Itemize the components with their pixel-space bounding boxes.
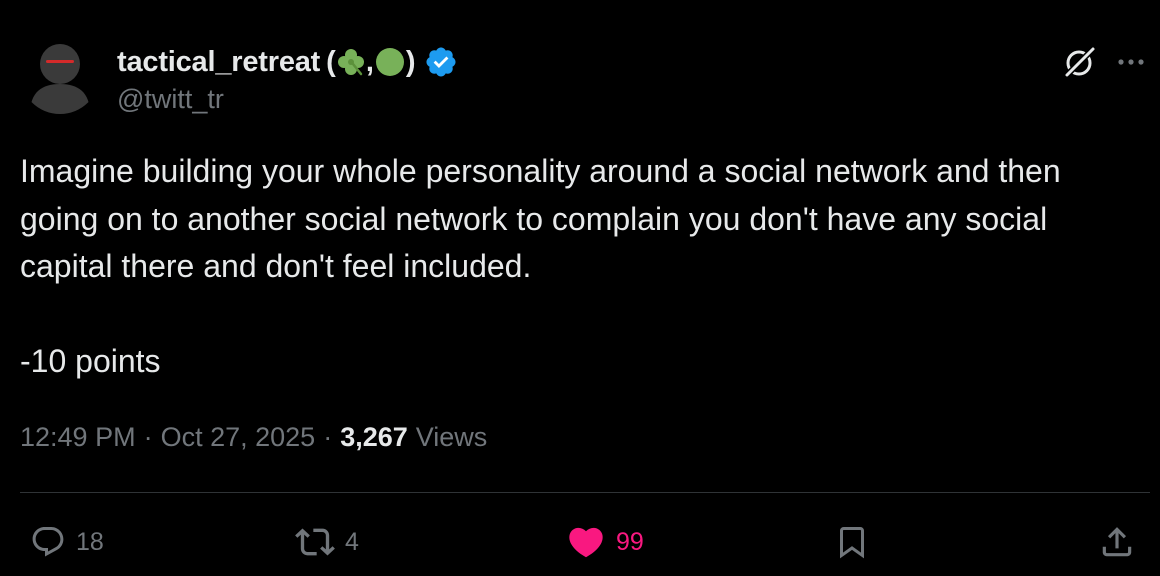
views-label: Views xyxy=(415,422,488,452)
verified-badge-icon xyxy=(426,47,456,77)
share-button[interactable] xyxy=(1098,522,1136,562)
like-count: 99 xyxy=(616,527,644,556)
bookmark-icon xyxy=(840,527,864,559)
display-name[interactable]: tactical_retreat xyxy=(117,46,320,79)
repost-button[interactable]: 4 xyxy=(295,522,359,562)
name-paren-close: ) xyxy=(405,45,416,78)
tweet-date[interactable]: Oct 27, 2025 xyxy=(161,422,316,453)
clover-icon xyxy=(337,49,364,76)
like-button[interactable]: 99 xyxy=(566,522,644,562)
divider xyxy=(20,492,1150,493)
tweet-text: Imagine building your whole personality … xyxy=(20,148,1145,386)
tweet-paragraph: Imagine building your whole personality … xyxy=(20,153,1070,284)
meta-separator: · xyxy=(323,422,333,452)
reply-icon xyxy=(32,527,64,557)
name-separator: , xyxy=(365,45,374,78)
author-name-row[interactable]: tactical_retreat ( , ) xyxy=(117,42,458,82)
tweet-meta: 12:49 PM · Oct 27, 2025 · 3,267 Views xyxy=(20,422,487,453)
meta-separator: · xyxy=(143,422,153,452)
reply-count: 18 xyxy=(76,527,104,556)
share-icon xyxy=(1102,527,1132,557)
tweet-paragraph: -10 points xyxy=(20,343,161,379)
name-paren-open: ( xyxy=(326,45,336,78)
author-handle[interactable]: @twitt_tr xyxy=(117,84,224,115)
tweet-card: tactical_retreat ( , ) @twitt_tr Imagine… xyxy=(0,0,1160,576)
repost-count: 4 xyxy=(345,527,359,556)
avatar[interactable] xyxy=(20,34,100,114)
heart-icon xyxy=(569,527,603,558)
avatar-image xyxy=(20,34,100,114)
tweet-time[interactable]: 12:49 PM xyxy=(20,422,136,453)
views-count: 3,267 xyxy=(340,422,408,452)
bookmark-button[interactable] xyxy=(834,522,870,562)
green-circle-icon xyxy=(375,48,404,76)
more-icon[interactable] xyxy=(1114,52,1148,72)
grok-icon[interactable] xyxy=(1062,44,1098,80)
name-emoji-group: ( , ) xyxy=(326,46,415,79)
repost-icon xyxy=(295,528,335,556)
reply-button[interactable]: 18 xyxy=(30,522,104,562)
